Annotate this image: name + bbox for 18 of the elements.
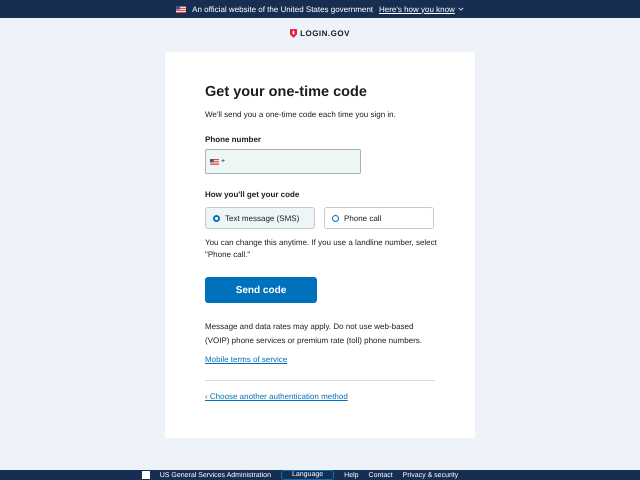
notice-text: Message and data rates may apply. Do not use web-based (VOIP) phone services or premium rate (toll) phone numbers. bbox=[205, 321, 423, 347]
flag-icon bbox=[176, 6, 186, 12]
back-link[interactable]: ‹ Choose another authentication method bbox=[205, 392, 348, 401]
chevron-down-icon bbox=[458, 7, 464, 11]
field-label: Phone number bbox=[205, 135, 262, 144]
hint-text: You can change this anytime. If you use a landline number, select "Phone call." bbox=[205, 237, 438, 261]
send-code-button[interactable]: Send code bbox=[205, 277, 317, 303]
intro-text: We'll send you a one-time code each time you sign in. bbox=[205, 110, 397, 119]
shield-icon bbox=[290, 28, 298, 38]
page-title: Get your one-time code bbox=[205, 84, 368, 100]
how-you-know-link[interactable]: Here's how you know bbox=[379, 4, 455, 14]
flag-icon bbox=[210, 158, 219, 164]
group-label: How you'll get your code bbox=[205, 190, 300, 199]
logo-text: LOGIN.GOV bbox=[300, 28, 350, 38]
radio-option[interactable]: Text message (SMS) bbox=[205, 207, 315, 229]
terms-link[interactable]: Mobile terms of service bbox=[205, 355, 288, 364]
banner-text: An official website of the United States government bbox=[192, 4, 374, 14]
radio-option[interactable]: Phone call bbox=[324, 207, 434, 229]
